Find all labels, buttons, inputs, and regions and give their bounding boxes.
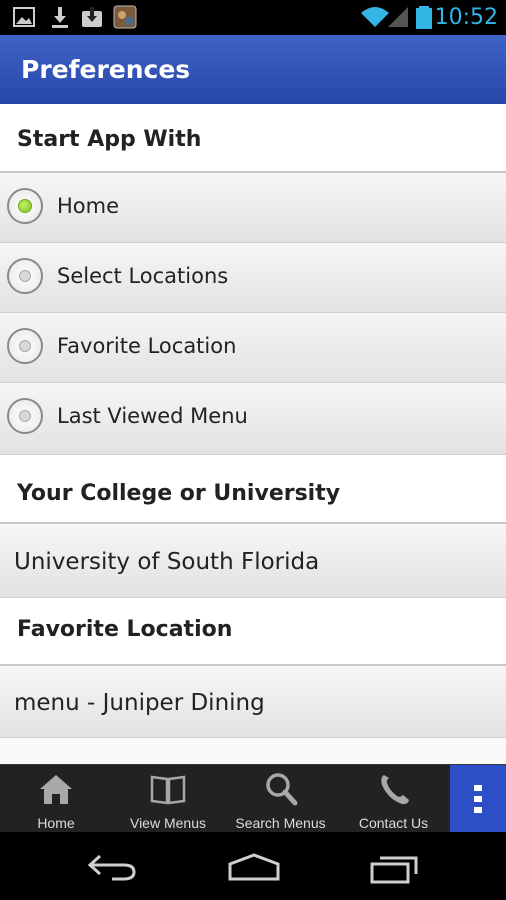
download-box-icon (82, 7, 102, 27)
system-nav-bar (0, 832, 506, 900)
radio-label: Home (57, 194, 120, 218)
radio-unselected-dot (19, 410, 31, 422)
radio-label: Select Locations (57, 264, 229, 288)
section-header-college: Your College or University (0, 455, 506, 524)
section-header-label: Favorite Location (17, 617, 233, 642)
preferences-list[interactable]: Start App With Home Select Locations Fav… (0, 104, 506, 764)
radio-unselected-dot (19, 340, 31, 352)
picture-icon (13, 7, 35, 27)
app-thumbnail-icon (113, 5, 137, 29)
radio-label: Favorite Location (57, 334, 237, 358)
tab-contact-us[interactable]: Contact Us (337, 765, 450, 833)
radio-button[interactable] (7, 398, 43, 434)
favorite-location-value: menu - Juniper Dining (14, 690, 265, 716)
recent-apps-icon[interactable] (368, 852, 422, 886)
radio-unselected-dot (19, 270, 31, 282)
radio-button[interactable] (7, 258, 43, 294)
section-header-favorite-location: Favorite Location (0, 598, 506, 666)
overflow-menu-button[interactable] (450, 765, 506, 833)
phone-icon (380, 775, 409, 805)
overflow-menu-icon (474, 785, 482, 813)
favorite-location-selector[interactable]: menu - Juniper Dining (0, 666, 506, 738)
tab-label: Home (37, 815, 75, 831)
status-time: 10:52 (434, 5, 498, 30)
radio-label: Last Viewed Menu (57, 404, 248, 428)
radio-button[interactable] (7, 328, 43, 364)
list-item[interactable] (0, 738, 506, 764)
tab-label: View Menus (129, 815, 206, 831)
section-header-label: Your College or University (17, 481, 341, 506)
radio-option-last-viewed-menu[interactable]: Last Viewed Menu (0, 383, 506, 455)
battery-icon (416, 6, 432, 29)
tab-home[interactable]: Home (0, 765, 112, 833)
tab-label: Search Menus (235, 815, 326, 831)
radio-option-favorite-location[interactable]: Favorite Location (0, 313, 506, 383)
page-title: Preferences (21, 55, 191, 84)
section-header-label: Start App With (17, 127, 202, 152)
radio-button[interactable] (7, 188, 43, 224)
back-icon[interactable] (86, 852, 138, 882)
action-bar: Preferences (0, 35, 506, 104)
college-selector[interactable]: University of South Florida (0, 524, 506, 598)
radio-selected-dot (18, 199, 32, 213)
section-header-start-app: Start App With (0, 104, 506, 173)
tab-view-menus[interactable]: View Menus (112, 765, 224, 833)
radio-option-home[interactable]: Home (0, 173, 506, 243)
status-bar: 10:52 (0, 0, 506, 35)
college-value: University of South Florida (14, 549, 320, 575)
home-nav-icon[interactable] (226, 852, 282, 882)
search-icon (265, 773, 297, 806)
tab-label: Contact Us (358, 815, 429, 831)
radio-option-select-locations[interactable]: Select Locations (0, 243, 506, 313)
bottom-tab-bar: Home View Menus Search Menus Contact Us (0, 764, 506, 833)
home-icon (40, 775, 72, 804)
signal-icon (388, 7, 408, 27)
tab-search-menus[interactable]: Search Menus (224, 765, 337, 833)
book-icon (150, 775, 186, 805)
download-icon (52, 7, 68, 28)
